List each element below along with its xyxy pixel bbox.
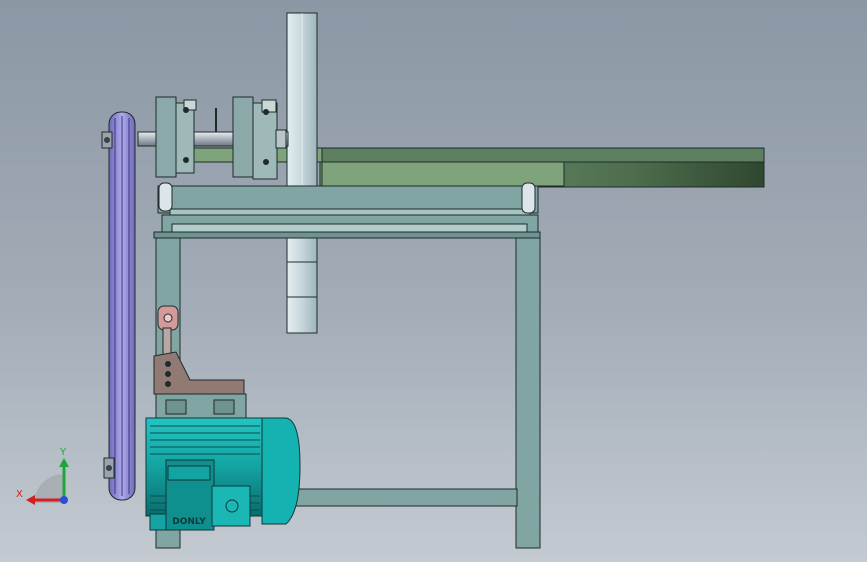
bearing-block-left <box>155 96 197 178</box>
z-axis-dot <box>60 496 68 504</box>
cad-viewport[interactable]: DONLY Y X <box>0 0 867 562</box>
bearing-block-right <box>232 96 287 180</box>
lower-crossbar <box>289 488 518 507</box>
cutting-disc-lower <box>286 236 318 334</box>
coordinate-triad <box>26 458 69 505</box>
motor-nameplate: DONLY <box>172 517 206 527</box>
roller-left <box>158 182 173 212</box>
drive-belt <box>108 111 136 501</box>
electric-motor <box>145 417 301 531</box>
roller-right <box>521 182 536 214</box>
upper-pulley <box>101 131 113 149</box>
y-axis-label: Y <box>59 447 67 458</box>
top-frame <box>153 185 541 239</box>
lower-pulley <box>103 457 115 479</box>
cutting-disc <box>286 12 318 188</box>
right-leg <box>515 237 541 549</box>
motor-bracket <box>153 351 247 421</box>
x-axis-label: X <box>16 489 23 500</box>
